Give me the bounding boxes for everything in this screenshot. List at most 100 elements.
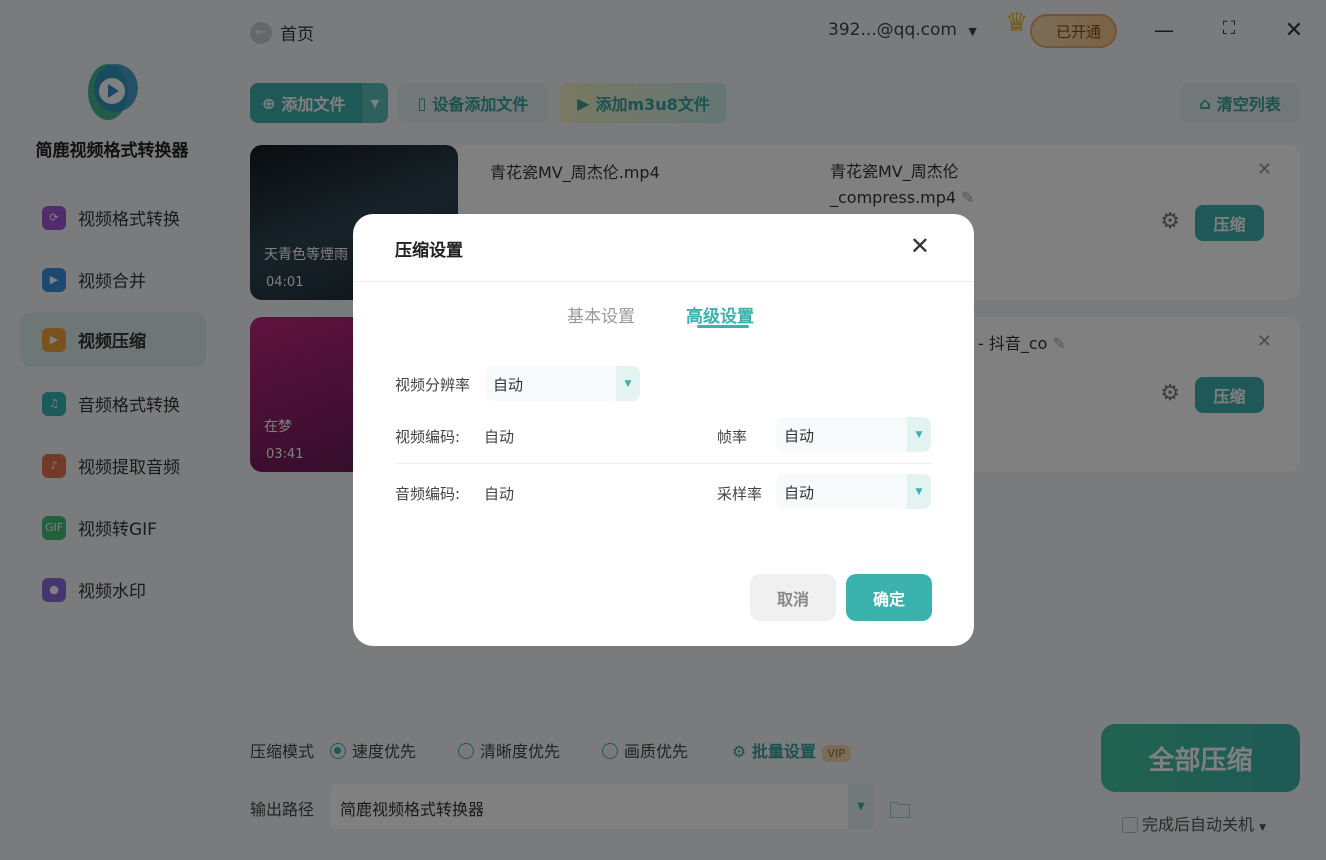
sidebar-item-video-compress[interactable]: ▶ 视频压缩 [20,312,206,367]
add-m3u8-button[interactable]: ▶ 添加m3u8文件 [560,83,727,123]
account-email: 392...@qq.com [828,20,957,40]
output-filename[interactable]: 青花瓷MV_周杰伦_compress.mp4 ✎ [830,159,1070,211]
vip-status-label: 已开通 [1055,22,1101,41]
checkbox-icon [1122,817,1138,833]
home-link[interactable]: ← 首页 [250,20,314,45]
thumbnail-caption: 天青色等煙雨 [264,247,348,263]
edit-icon[interactable]: ✎ [1053,334,1066,353]
remove-file-button[interactable]: ✕ [1257,331,1272,352]
sidebar-item-label: 视频压缩 [78,332,146,352]
sample-rate-select[interactable]: 自动 ▼ [776,474,931,509]
compress-button[interactable]: 压缩 [1195,205,1264,241]
add-file-dropdown[interactable]: ▼ [362,83,388,123]
sidebar-item-video-merge[interactable]: ▶ 视频合并 [20,252,206,307]
video-codec-label: 视频编码: [395,428,461,446]
chevron-down-icon: ▼ [907,417,931,452]
tab-basic-settings[interactable]: 基本设置 [567,302,635,327]
vip-status-badge[interactable]: 已开通 [1030,14,1117,48]
add-file-button[interactable]: ⊕ 添加文件 ▼ [250,83,388,123]
sidebar: 简鹿视频格式转换器 ⟳ 视频格式转换 ▶ 视频合并 ▶ 视频压缩 ♫ 音频格式转换 ♪ 视… [0,0,230,860]
close-window-button[interactable]: ✕ [1281,18,1307,44]
batch-settings-label: 批量设置 [751,742,816,761]
resolution-label: 视频分辨率 [395,376,471,394]
sidebar-item-label: 视频合并 [78,272,146,292]
chevron-down-icon: ▼ [907,474,931,509]
video-convert-icon: ⟳ [42,205,66,230]
mode-radio-quality[interactable]: 画质优先 [602,738,688,762]
back-arrow-icon: ← [250,21,272,44]
device-add-button[interactable]: ▯ 设备添加文件 [398,83,548,123]
radio-label: 清晰度优先 [480,742,561,761]
compress-button[interactable]: 压缩 [1195,377,1264,413]
gear-icon: ⚙ [732,742,747,761]
add-m3u8-label: 添加m3u8文件 [595,95,710,114]
output-filename[interactable]: - 抖音_co ✎ [978,331,1078,357]
edit-icon[interactable]: ✎ [961,188,974,207]
resolution-select[interactable]: 自动 ▼ [485,366,640,401]
settings-gear-icon[interactable]: ⚙ [1160,209,1180,234]
compress-settings-dialog: 压缩设置 ✕ 基本设置 高级设置 视频分辨率 自动 ▼ 视频编码: 自动 帧率 自… [353,214,974,646]
music-icon: ♫ [42,391,66,416]
sidebar-item-watermark[interactable]: ● 视频水印 [20,562,206,617]
sidebar-item-extract-audio[interactable]: ♪ 视频提取音频 [20,438,206,493]
settings-gear-icon[interactable]: ⚙ [1160,381,1180,406]
output-filename-text: 青花瓷MV_周杰伦_compress.mp4 [830,162,959,207]
video-duration: 03:41 [266,447,304,462]
sidebar-item-audio-convert[interactable]: ♫ 音频格式转换 [20,376,206,431]
chevron-down-icon: ▼ [1259,823,1267,833]
cancel-button[interactable]: 取消 [750,574,836,621]
compress-mode-label: 压缩模式 [250,742,315,761]
divider [353,281,974,282]
maximize-button[interactable]: ⛶ [1216,18,1242,44]
source-filename: 青花瓷MV_周杰伦.mp4 [490,163,660,182]
close-dialog-button[interactable]: ✕ [910,232,930,260]
thumbnail-caption: 在梦 [264,419,292,435]
folder-icon[interactable]: 🗀 [889,794,911,832]
clear-list-button[interactable]: ⌂ 清空列表 [1180,83,1300,123]
output-filename-text: - 抖音_co [978,334,1048,353]
output-path-value: 简鹿视频格式转换器 [340,800,485,819]
sidebar-item-label: 视频水印 [78,582,146,602]
video-codec-value: 自动 [484,428,515,446]
add-file-label: 添加文件 [281,95,346,114]
mode-radio-speed[interactable]: 速度优先 [330,738,416,762]
sidebar-item-label: 视频格式转换 [78,210,180,230]
broom-icon: ⌂ [1199,93,1211,113]
app-title: 简鹿视频格式转换器 [35,141,189,161]
auto-shutdown-label: 完成后自动关机 [1142,815,1255,834]
extract-audio-icon: ♪ [42,453,66,478]
compress-all-button[interactable]: 全部压缩 [1101,724,1300,792]
watermark-icon: ● [42,577,66,602]
batch-settings-button[interactable]: ⚙ 批量设置 VIP [732,738,851,762]
fps-select[interactable]: 自动 ▼ [776,417,931,452]
radio-label: 速度优先 [352,742,417,761]
chevron-down-icon[interactable]: ▼ [848,784,874,829]
gif-icon: GIF [42,515,66,540]
fps-value: 自动 [784,427,815,445]
radio-label: 画质优先 [624,742,689,761]
radio-icon [602,743,618,759]
account-dropdown[interactable]: 392...@qq.com ▼ [828,20,977,40]
chevron-down-icon: ▼ [616,366,640,401]
tab-advanced-settings[interactable]: 高级设置 [686,302,754,327]
video-compress-icon: ▶ [42,327,66,352]
confirm-button[interactable]: 确定 [846,574,932,621]
auto-shutdown-checkbox[interactable]: 完成后自动关机 ▼ [1122,811,1266,835]
vip-tag: VIP [821,745,851,762]
sidebar-item-video-convert[interactable]: ⟳ 视频格式转换 [20,190,206,245]
mode-radio-clarity[interactable]: 清晰度优先 [458,738,560,762]
radio-icon [330,743,346,759]
video-duration: 04:01 [266,275,304,290]
minimize-button[interactable]: — [1151,18,1177,44]
sample-rate-value: 自动 [784,484,815,502]
resolution-value: 自动 [493,376,524,394]
remove-file-button[interactable]: ✕ [1257,159,1272,180]
output-path-select[interactable]: 简鹿视频格式转换器 ▼ [330,784,874,829]
audio-codec-value: 自动 [484,485,515,503]
audio-codec-label: 音频编码: [395,485,461,503]
sample-rate-label: 采样率 [717,485,763,503]
app-logo [88,64,138,120]
sidebar-item-video-gif[interactable]: GIF 视频转GIF [20,500,206,555]
active-tab-indicator [697,325,749,328]
output-path-label: 输出路径 [250,800,315,819]
